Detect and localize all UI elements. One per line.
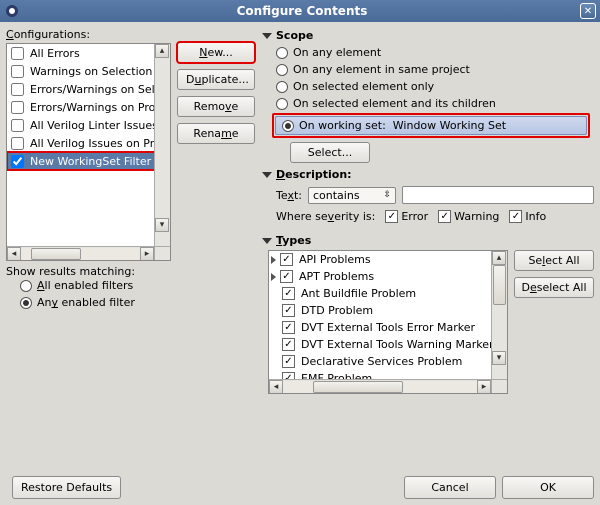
type-row[interactable]: DVT External Tools Warning Marker <box>269 336 507 353</box>
new-button[interactable]: New... <box>177 42 255 63</box>
type-checkbox[interactable] <box>280 253 293 266</box>
type-checkbox[interactable] <box>282 338 295 351</box>
type-checkbox[interactable] <box>280 270 293 283</box>
radio-all-enabled[interactable]: All enabled filters <box>6 278 171 295</box>
configurations-label: Configurations: <box>6 28 171 41</box>
configurations-list[interactable]: All Errors Warnings on Selection Errors/Wa… <box>6 43 171 261</box>
config-label: All Errors <box>30 47 80 60</box>
checkbox-severity-error[interactable]: Error <box>385 210 428 223</box>
twisty-down-icon <box>262 172 272 178</box>
close-icon[interactable]: ✕ <box>580 3 596 19</box>
config-checkbox[interactable] <box>11 83 24 96</box>
select-all-button[interactable]: Select All <box>514 250 594 271</box>
type-row[interactable]: APT Problems <box>269 268 507 285</box>
type-checkbox[interactable] <box>282 321 295 334</box>
checkbox-severity-info[interactable]: Info <box>509 210 546 223</box>
description-text-input[interactable] <box>402 186 594 204</box>
deselect-all-button[interactable]: Deselect All <box>514 277 594 298</box>
cancel-button[interactable]: Cancel <box>404 476 496 499</box>
expand-icon[interactable] <box>271 256 276 264</box>
radio-any-enabled[interactable]: Any enabled filter <box>6 295 171 312</box>
checkbox-severity-warning[interactable]: Warning <box>438 210 499 223</box>
rename-button[interactable]: Rename <box>177 123 255 144</box>
select-working-set-button[interactable]: Select... <box>290 142 370 163</box>
type-label: DTD Problem <box>301 304 373 317</box>
config-label: Errors/Warnings on Select <box>30 83 171 96</box>
description-header[interactable]: Description: <box>262 167 594 184</box>
config-hscrollbar[interactable]: ◂ ▸ <box>7 246 154 260</box>
radio-scope-same-project[interactable]: On any element in same project <box>262 62 594 79</box>
text-label: Text: <box>276 189 302 202</box>
type-label: Ant Buildfile Problem <box>301 287 416 300</box>
type-label: Declarative Services Problem <box>301 355 462 368</box>
type-row[interactable]: DVT External Tools Error Marker <box>269 319 507 336</box>
type-label: APT Problems <box>299 270 374 283</box>
radio-scope-working-set[interactable]: On working set: Window Working Set <box>275 116 587 135</box>
expand-icon[interactable] <box>271 273 276 281</box>
radio-scope-selected-only[interactable]: On selected element only <box>262 79 594 96</box>
scope-header[interactable]: Scope <box>262 28 594 45</box>
config-checkbox[interactable] <box>11 47 24 60</box>
show-results-label: Show results matching: <box>6 265 171 278</box>
config-checkbox[interactable] <box>11 119 24 132</box>
type-row[interactable]: Declarative Services Problem <box>269 353 507 370</box>
text-match-combo[interactable]: contains ⇳ <box>308 187 396 204</box>
types-tree[interactable]: API Problems APT Problems Ant Buildfile … <box>268 250 508 394</box>
config-row[interactable]: All Verilog Linter Issues or <box>7 116 170 134</box>
config-checkbox[interactable] <box>11 65 24 78</box>
twisty-down-icon <box>262 238 272 244</box>
config-checkbox[interactable] <box>11 137 24 150</box>
config-row[interactable]: New WorkingSet Filter <box>7 152 170 170</box>
type-row[interactable]: API Problems <box>269 251 507 268</box>
types-hscrollbar[interactable]: ◂ ▸ <box>269 379 491 393</box>
title-bar: Configure Contents ✕ <box>0 0 600 22</box>
type-label: DVT External Tools Warning Marker <box>301 338 494 351</box>
config-row[interactable]: All Errors <box>7 44 170 62</box>
type-label: DVT External Tools Error Marker <box>301 321 475 334</box>
type-checkbox[interactable] <box>282 304 295 317</box>
type-row[interactable]: DTD Problem <box>269 302 507 319</box>
severity-label: Where severity is: <box>276 210 375 223</box>
app-icon <box>4 3 20 19</box>
type-row[interactable]: Ant Buildfile Problem <box>269 285 507 302</box>
config-label: New WorkingSet Filter <box>30 155 151 168</box>
types-header[interactable]: Types <box>262 233 594 250</box>
type-label: API Problems <box>299 253 371 266</box>
config-label: Warnings on Selection <box>30 65 152 78</box>
config-row[interactable]: Errors/Warnings on Select <box>7 80 170 98</box>
config-row[interactable]: Warnings on Selection <box>7 62 170 80</box>
ok-button[interactable]: OK <box>502 476 594 499</box>
restore-defaults-button[interactable]: Restore Defaults <box>12 476 121 499</box>
config-label: All Verilog Linter Issues or <box>30 119 171 132</box>
config-label: All Verilog Issues on Proje <box>30 137 171 150</box>
config-row[interactable]: Errors/Warnings on Projec <box>7 98 170 116</box>
twisty-down-icon <box>262 33 272 39</box>
type-checkbox[interactable] <box>282 287 295 300</box>
type-checkbox[interactable] <box>282 355 295 368</box>
dialog-footer: Restore Defaults Cancel OK <box>6 476 594 499</box>
duplicate-button[interactable]: Duplicate... <box>177 69 255 90</box>
remove-button[interactable]: Remove <box>177 96 255 117</box>
chevron-up-down-icon: ⇳ <box>383 190 391 200</box>
radio-scope-selected-children[interactable]: On selected element and its children <box>262 96 594 113</box>
radio-scope-any[interactable]: On any element <box>262 45 594 62</box>
config-checkbox[interactable] <box>11 101 24 114</box>
window-title: Configure Contents <box>24 4 580 18</box>
config-label: Errors/Warnings on Projec <box>30 101 171 114</box>
config-row[interactable]: All Verilog Issues on Proje <box>7 134 170 152</box>
config-checkbox[interactable] <box>11 155 24 168</box>
